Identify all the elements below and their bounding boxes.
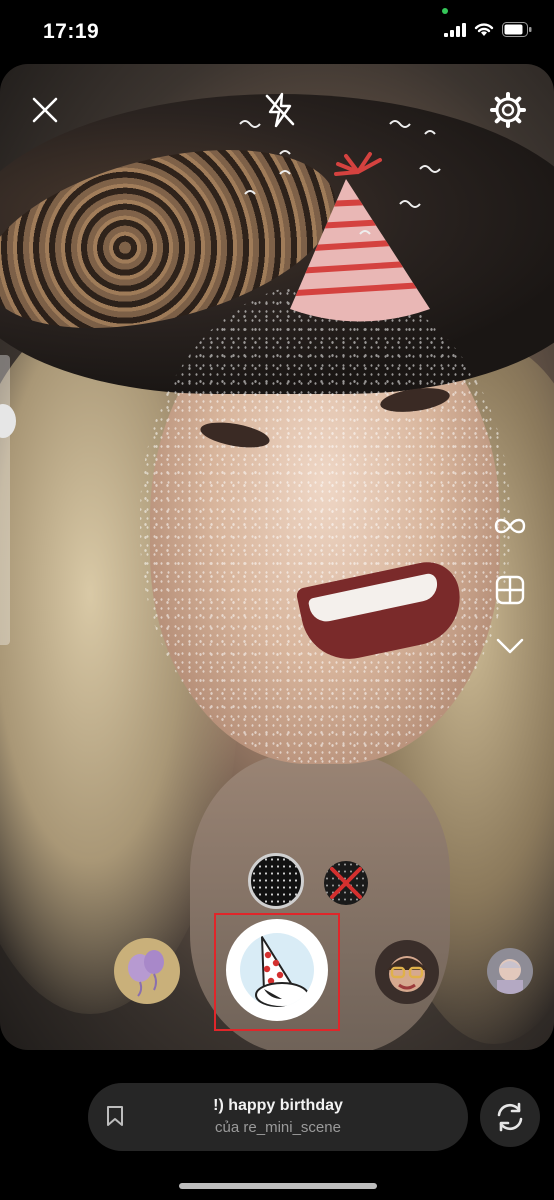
- kid-filter-effect[interactable]: [487, 948, 533, 994]
- effect-info-pill[interactable]: !) happy birthday của re_mini_scene: [88, 1083, 468, 1151]
- effect-title: !) happy birthday: [213, 1097, 343, 1114]
- confetti-decoration: [239, 120, 441, 235]
- balloons-effect[interactable]: [114, 938, 180, 1004]
- effect-creator: của re_mini_scene: [215, 1119, 341, 1136]
- status-bar: 17:19: [0, 0, 554, 64]
- infinity-boomerang-icon[interactable]: [488, 504, 532, 548]
- privacy-indicator: [442, 8, 448, 14]
- layout-grid-icon[interactable]: [488, 568, 532, 612]
- glitter-overlay: [140, 284, 510, 764]
- chevron-down-icon[interactable]: [488, 624, 532, 668]
- battery-icon: [502, 22, 532, 37]
- close-icon[interactable]: [31, 96, 59, 124]
- flip-camera-icon: [497, 1102, 523, 1132]
- face-filter-effect[interactable]: [375, 940, 439, 1004]
- settings-gear-icon[interactable]: [490, 92, 526, 128]
- wifi-icon: [474, 23, 494, 36]
- status-time: 17:19: [43, 20, 100, 43]
- camera-preview[interactable]: [0, 64, 554, 1050]
- glitter-variant[interactable]: [248, 853, 304, 909]
- cellular-signal-icon: [444, 22, 466, 37]
- side-slider-track[interactable]: [0, 355, 10, 645]
- no-effect-variant[interactable]: [324, 861, 368, 905]
- home-indicator[interactable]: [179, 1183, 377, 1189]
- flash-off-icon[interactable]: [264, 92, 296, 128]
- party-hat-effect[interactable]: [226, 919, 328, 1021]
- flip-camera-button[interactable]: [480, 1087, 540, 1147]
